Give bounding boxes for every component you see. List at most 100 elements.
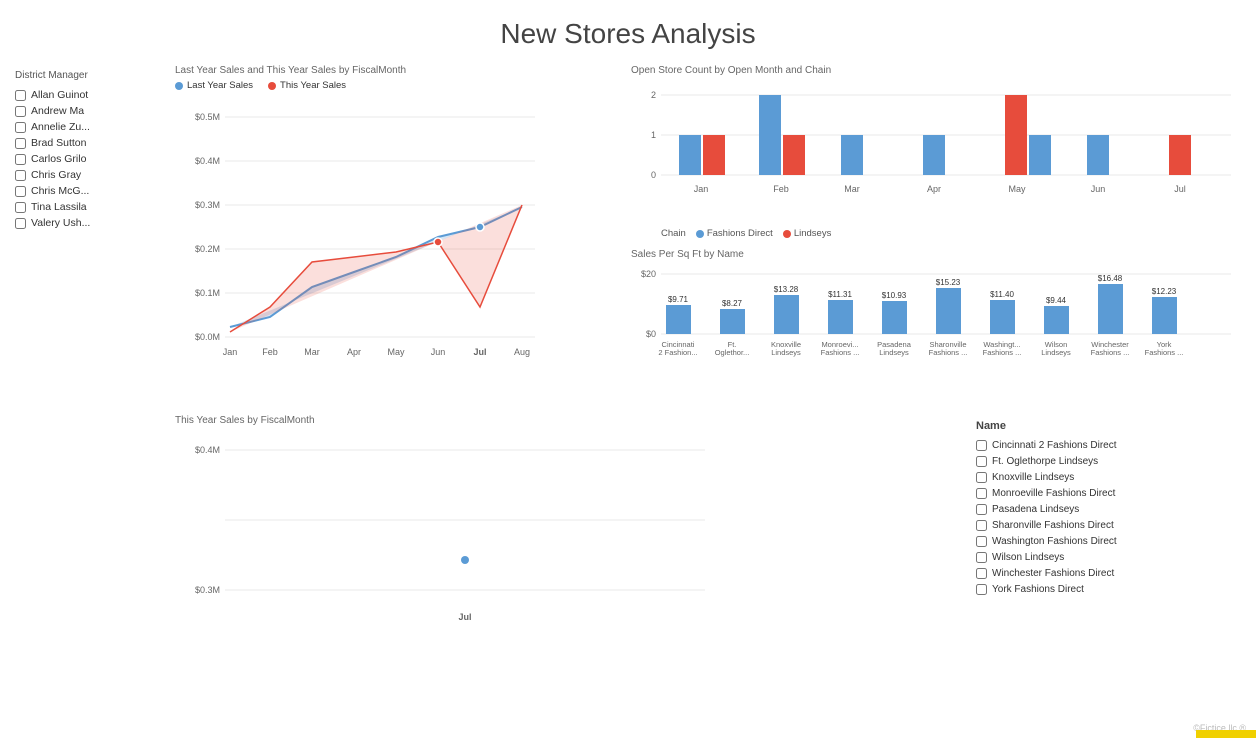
name-filter-label: Pasadena Lindseys bbox=[992, 504, 1079, 515]
name-filter-item[interactable]: Ft. Oglethorpe Lindseys bbox=[976, 456, 1236, 467]
line-chart-container: Last Year Sales and This Year Sales by F… bbox=[170, 60, 606, 400]
svg-text:Aug: Aug bbox=[514, 347, 530, 357]
manager-checkbox[interactable] bbox=[15, 218, 26, 229]
name-filter-checkbox[interactable] bbox=[976, 488, 987, 499]
manager-item[interactable]: Chris Gray bbox=[15, 169, 145, 181]
svg-text:Jul: Jul bbox=[1174, 184, 1186, 194]
manager-name: Chris McG... bbox=[31, 185, 89, 197]
svg-text:Mar: Mar bbox=[304, 347, 320, 357]
name-filter-item[interactable]: Monroeville Fashions Direct bbox=[976, 488, 1236, 499]
name-filter-item[interactable]: York Fashions Direct bbox=[976, 584, 1236, 595]
name-filter-checkbox[interactable] bbox=[976, 584, 987, 595]
name-filter: Name Cincinnati 2 Fashions Direct Ft. Ogl… bbox=[966, 410, 1246, 690]
name-filter-item[interactable]: Cincinnati 2 Fashions Direct bbox=[976, 440, 1236, 451]
manager-checkbox[interactable] bbox=[15, 186, 26, 197]
name-filter-checkbox[interactable] bbox=[976, 472, 987, 483]
manager-checkbox[interactable] bbox=[15, 154, 26, 165]
svg-text:$8.27: $8.27 bbox=[722, 299, 743, 308]
name-filter-label: Washington Fashions Direct bbox=[992, 536, 1117, 547]
line-chart-svg: $0.5M $0.4M $0.3M $0.2M $0.1M $0.0M Jan … bbox=[175, 97, 545, 367]
svg-text:Jan: Jan bbox=[694, 184, 709, 194]
svg-text:$9.71: $9.71 bbox=[668, 295, 689, 304]
manager-checkbox[interactable] bbox=[15, 122, 26, 133]
manager-checkbox[interactable] bbox=[15, 170, 26, 181]
last-year-dot bbox=[175, 82, 183, 90]
svg-text:2: 2 bbox=[651, 90, 656, 100]
name-filter-label: York Fashions Direct bbox=[992, 584, 1084, 595]
manager-name: Andrew Ma bbox=[31, 105, 84, 117]
svg-text:$0.5M: $0.5M bbox=[195, 112, 220, 122]
name-filter-checkbox[interactable] bbox=[976, 552, 987, 563]
manager-checkbox[interactable] bbox=[15, 138, 26, 149]
svg-text:$0.4M: $0.4M bbox=[195, 156, 220, 166]
name-filter-checkbox[interactable] bbox=[976, 440, 987, 451]
svg-text:$13.28: $13.28 bbox=[774, 285, 799, 294]
svg-text:$11.40: $11.40 bbox=[990, 290, 1014, 299]
manager-item[interactable]: Allan Guinot bbox=[15, 89, 145, 101]
svg-text:Feb: Feb bbox=[773, 184, 789, 194]
this-year-label: This Year Sales bbox=[280, 80, 346, 91]
name-filter-item[interactable]: Pasadena Lindseys bbox=[976, 504, 1236, 515]
manager-item[interactable]: Andrew Ma bbox=[15, 105, 145, 117]
svg-text:Apr: Apr bbox=[927, 184, 941, 194]
name-filter-item[interactable]: Wilson Lindseys bbox=[976, 552, 1236, 563]
svg-text:2 Fashion...: 2 Fashion... bbox=[658, 348, 697, 357]
svg-text:Fashions ...: Fashions ... bbox=[821, 348, 860, 357]
name-filter-label: Winchester Fashions Direct bbox=[992, 568, 1114, 579]
manager-item[interactable]: Chris McG... bbox=[15, 185, 145, 197]
name-filter-checkbox[interactable] bbox=[976, 568, 987, 579]
svg-text:May: May bbox=[1008, 184, 1026, 194]
manager-name: Chris Gray bbox=[31, 169, 81, 181]
this-year-title: This Year Sales by FiscalMonth bbox=[175, 415, 941, 426]
manager-checkbox[interactable] bbox=[15, 90, 26, 101]
manager-item[interactable]: Valery Ush... bbox=[15, 217, 145, 229]
name-filter-checkbox[interactable] bbox=[976, 504, 987, 515]
this-year-chart-container: This Year Sales by FiscalMonth $0.4M $0.… bbox=[170, 410, 946, 690]
manager-item[interactable]: Annelie Zu... bbox=[15, 121, 145, 133]
manager-name: Tina Lassila bbox=[31, 201, 87, 213]
manager-name: Valery Ush... bbox=[31, 217, 90, 229]
name-filter-label: Ft. Oglethorpe Lindseys bbox=[992, 456, 1098, 467]
name-filter-label: Wilson Lindseys bbox=[992, 552, 1064, 563]
svg-text:$0: $0 bbox=[646, 329, 656, 339]
name-filter-label: Cincinnati 2 Fashions Direct bbox=[992, 440, 1117, 451]
svg-text:Fashions ...: Fashions ... bbox=[983, 348, 1022, 357]
name-filter-item[interactable]: Knoxville Lindseys bbox=[976, 472, 1236, 483]
svg-text:Lindseys: Lindseys bbox=[1041, 348, 1071, 357]
manager-name: Annelie Zu... bbox=[31, 121, 90, 133]
name-filter-title: Name bbox=[976, 420, 1236, 432]
name-filter-label: Sharonville Fashions Direct bbox=[992, 520, 1114, 531]
fashions-direct-legend: Fashions Direct bbox=[696, 228, 773, 239]
this-year-chart-svg: $0.4M $0.3M Jul bbox=[175, 430, 725, 670]
bottom-bar bbox=[1196, 730, 1256, 738]
sales-sqft-title: Sales Per Sq Ft by Name bbox=[631, 249, 1241, 260]
name-filter-item[interactable]: Winchester Fashions Direct bbox=[976, 568, 1236, 579]
sales-sqft-chart: $20 $0 $9.71 $8.27 $13 bbox=[631, 264, 1241, 379]
name-filter-item[interactable]: Sharonville Fashions Direct bbox=[976, 520, 1236, 531]
svg-text:Jul: Jul bbox=[458, 612, 471, 622]
svg-text:$0.0M: $0.0M bbox=[195, 332, 220, 342]
svg-text:Lindseys: Lindseys bbox=[771, 348, 801, 357]
chain-legend-label: Chain bbox=[661, 228, 686, 239]
name-filter-checkbox[interactable] bbox=[976, 520, 987, 531]
manager-checkbox[interactable] bbox=[15, 202, 26, 213]
open-store-title: Open Store Count by Open Month and Chain bbox=[631, 65, 1241, 76]
svg-text:$15.23: $15.23 bbox=[936, 278, 961, 287]
name-filter-checkbox[interactable] bbox=[976, 456, 987, 467]
svg-text:$11.31: $11.31 bbox=[828, 290, 852, 299]
last-year-label: Last Year Sales bbox=[187, 80, 253, 91]
manager-item[interactable]: Carlos Grilo bbox=[15, 153, 145, 165]
manager-checkbox[interactable] bbox=[15, 106, 26, 117]
svg-text:Jan: Jan bbox=[223, 347, 238, 357]
manager-item[interactable]: Tina Lassila bbox=[15, 201, 145, 213]
svg-text:Lindseys: Lindseys bbox=[879, 348, 909, 357]
svg-text:$20: $20 bbox=[641, 269, 656, 279]
svg-text:1: 1 bbox=[651, 130, 656, 140]
svg-text:$0.2M: $0.2M bbox=[195, 244, 220, 254]
right-charts: Open Store Count by Open Month and Chain… bbox=[626, 60, 1246, 400]
name-filter-checkbox[interactable] bbox=[976, 536, 987, 547]
manager-item[interactable]: Brad Sutton bbox=[15, 137, 145, 149]
svg-text:Jul: Jul bbox=[473, 347, 486, 357]
lindseys-legend: Lindseys bbox=[783, 228, 832, 239]
name-filter-item[interactable]: Washington Fashions Direct bbox=[976, 536, 1236, 547]
